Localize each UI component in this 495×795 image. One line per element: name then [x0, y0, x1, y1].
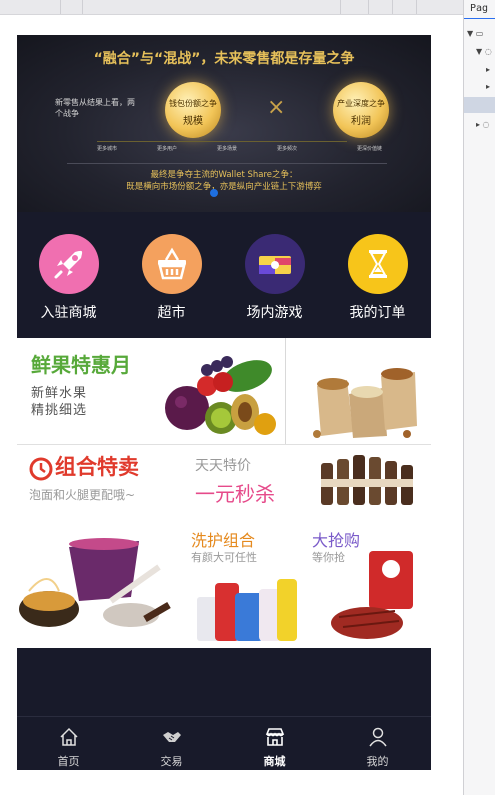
- nav-item-label: 超市: [157, 305, 186, 321]
- nav-item-my-orders[interactable]: 我的订单: [326, 212, 429, 338]
- combo-sale-section: 组合特卖 泡面和火腿更配哦~ 天天特价 一元秒杀 洗护组合 有颜大可任性 大抢购…: [17, 444, 431, 648]
- nav-item-label: 入驻商城: [40, 305, 97, 321]
- banner-coin-left: 钱包份额之争 规模: [165, 82, 221, 138]
- home-icon: [60, 727, 78, 746]
- banner-bottom-text: 最终是争夺主流的Wallet Share之争： 既是横向市场份额之争，亦是纵向产…: [17, 169, 431, 193]
- banner-small-label: 更多场景: [217, 146, 238, 152]
- banner-cross-icon: ×: [267, 95, 286, 120]
- store-icon: [265, 728, 285, 746]
- beef-jerky-image[interactable]: [329, 551, 417, 643]
- coin-left-line1: 钱包份额之争: [169, 99, 217, 108]
- flash-grab-title[interactable]: 大抢购: [312, 527, 360, 551]
- category-nav: 入驻商城 超市 场内游戏 我的订单: [17, 212, 431, 338]
- game-card-icon: [245, 234, 305, 294]
- tab-mine[interactable]: 我的: [326, 717, 429, 770]
- nuts-image[interactable]: [297, 346, 427, 440]
- banner-left-text: 新零售从结果上看，两个战争: [55, 98, 135, 118]
- milk-tea-image[interactable]: [317, 451, 417, 513]
- nav-item-join-mall[interactable]: 入驻商城: [17, 212, 120, 338]
- tree-toggle-icon[interactable]: ▼ ◌: [476, 47, 492, 56]
- fresh-fruit-promo[interactable]: 鲜果特惠月 新鲜水果 精挑细选: [17, 338, 431, 444]
- coin-left-line2: 规模: [183, 116, 203, 127]
- banner-small-label: 更多用户: [157, 146, 178, 152]
- tree-selected-row[interactable]: [464, 97, 495, 113]
- clock-icon: [29, 457, 53, 481]
- tab-trade[interactable]: 交易: [120, 717, 223, 770]
- tree-node-icon[interactable]: ▸: [486, 65, 490, 74]
- nav-item-supermarket[interactable]: 超市: [120, 212, 223, 338]
- banner-coin-right: 产业深度之争 利润: [333, 82, 389, 138]
- banner-bottom-line1: 最终是争夺主流的Wallet Share之争：: [150, 170, 298, 180]
- fruit-image: [165, 356, 276, 435]
- tab-label: 商城: [263, 755, 286, 768]
- combo-sale-title: 组合特卖: [55, 455, 139, 479]
- basket-icon: [142, 234, 202, 294]
- banner-bottom-line2: 既是横向市场份额之争，亦是纵向产业链上下游博弈: [126, 182, 322, 192]
- banner-separator: [67, 163, 387, 164]
- banner-small-label: 更多城市: [97, 146, 118, 152]
- tab-home[interactable]: 首页: [17, 717, 120, 770]
- fruit-sub-line2: 精挑细选: [31, 403, 88, 418]
- fruit-promo-title: 鲜果特惠月: [31, 353, 131, 377]
- bottom-tab-bar: 首页 交易 商城 我的: [17, 716, 431, 770]
- washcare-combo-subtitle: 有颜大可任性: [191, 551, 257, 564]
- carousel-indicator-dot[interactable]: [210, 189, 218, 197]
- coin-right-line2: 利润: [351, 116, 371, 127]
- banner-title: “融合”与“混战”，未来零售都是存量之争: [93, 51, 355, 67]
- mobile-app-screen: “融合”与“混战”，未来零售都是存量之争 新零售从结果上看，两个战争 钱包份额之…: [17, 35, 431, 770]
- combo-sale-subtitle: 泡面和火腿更配哦~: [29, 488, 136, 502]
- detergent-image[interactable]: [193, 571, 301, 645]
- nav-item-label: 我的订单: [349, 305, 406, 321]
- rocket-icon: [39, 234, 99, 294]
- promo-divider: [285, 338, 286, 444]
- noodle-image[interactable]: [19, 527, 179, 639]
- banner-small-label: 更多频次: [277, 146, 298, 152]
- devtools-panel: Pag ▼ ▭ ▼ ◌ ▸ ▸ ▸ ◌: [463, 0, 495, 795]
- banner-divider: [97, 141, 347, 142]
- nav-item-label: 场内游戏: [246, 305, 303, 321]
- fruit-promo-subtitle: 新鲜水果 精挑细选: [31, 385, 121, 419]
- coin-right-line1: 产业深度之争: [337, 99, 385, 108]
- hourglass-icon: [348, 234, 408, 294]
- tab-mall[interactable]: 商城: [223, 717, 326, 770]
- daily-deal-subtitle[interactable]: 一元秒杀: [195, 478, 275, 507]
- tab-label: 首页: [57, 755, 80, 768]
- browser-toolbar: [0, 0, 463, 15]
- banner-small-label: 更深价值链: [357, 146, 383, 152]
- nav-item-venue-games[interactable]: 场内游戏: [223, 212, 326, 338]
- fruit-sub-line1: 新鲜水果: [31, 386, 88, 401]
- tab-label: 交易: [160, 755, 183, 768]
- tree-node-icon[interactable]: ▸: [486, 82, 490, 91]
- washcare-combo-title[interactable]: 洗护组合: [191, 527, 255, 551]
- handshake-icon: [163, 732, 181, 742]
- tree-toggle-icon[interactable]: ▼ ▭: [467, 29, 483, 38]
- user-icon: [369, 727, 387, 747]
- tab-label: 我的: [366, 755, 389, 768]
- devtools-tab-indicator: [464, 18, 495, 19]
- daily-deal-title: 天天特价: [195, 458, 251, 474]
- banner-slide[interactable]: “融合”与“混战”，未来零售都是存量之争 新零售从结果上看，两个战争 钱包份额之…: [17, 35, 431, 212]
- tree-toggle-icon[interactable]: ▸ ◌: [476, 120, 490, 129]
